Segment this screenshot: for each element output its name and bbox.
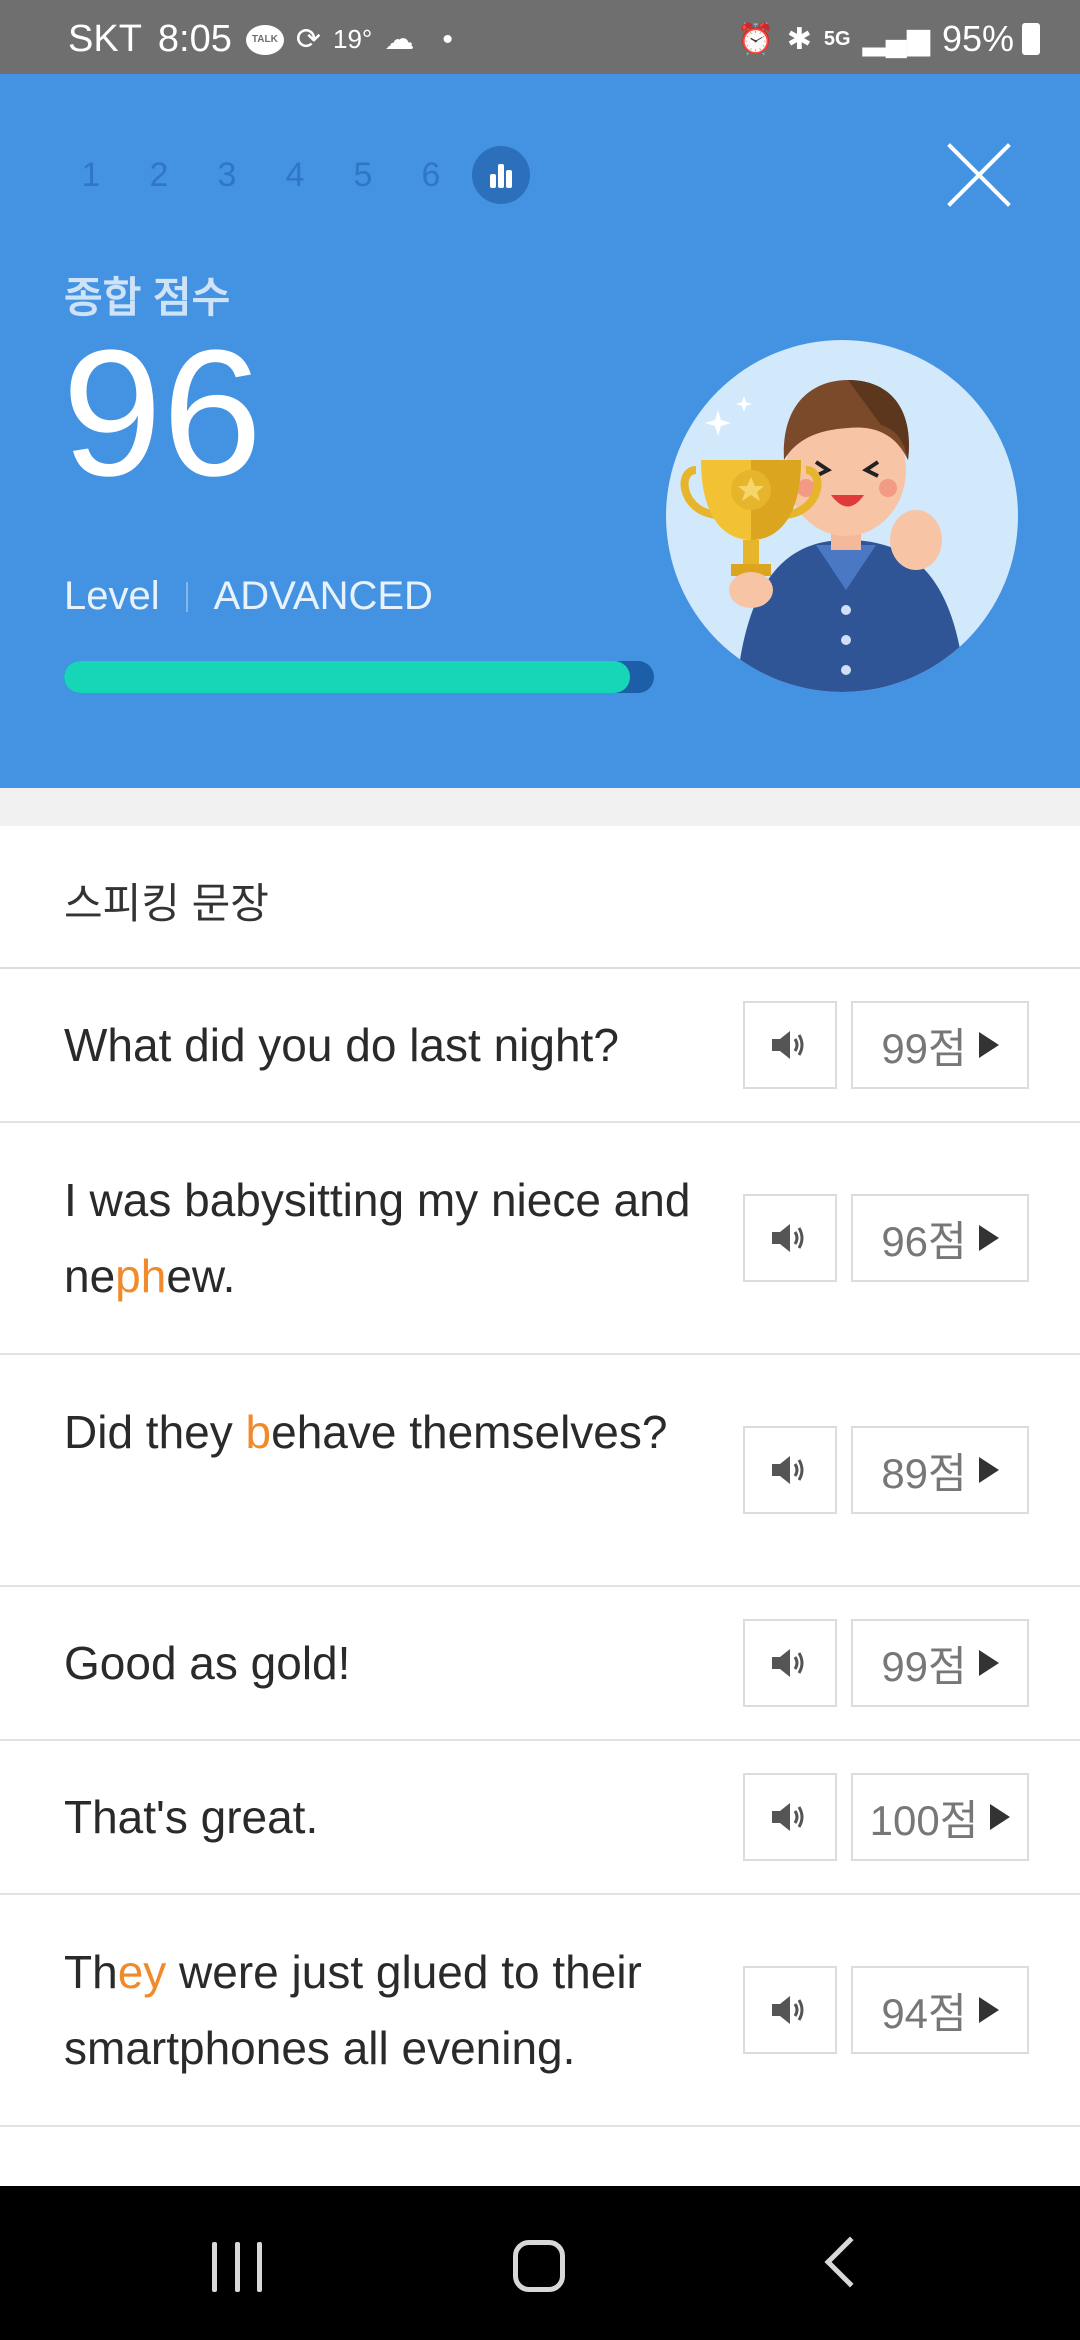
sentence-segment: ehave themselves? xyxy=(271,1406,668,1458)
speaker-icon xyxy=(772,1996,804,2024)
sentence-score-button[interactable]: 94점 xyxy=(851,1966,1029,2054)
kakaotalk-icon: TALK xyxy=(245,24,284,55)
level-label: Level xyxy=(64,574,160,618)
step-4[interactable]: 4 xyxy=(272,156,318,195)
play-triangle-icon xyxy=(990,1804,1011,1830)
sentence-row: Did they behave themselves? 89점 xyxy=(0,1355,1080,1587)
sentence-score-button[interactable]: 99점 xyxy=(851,1619,1029,1707)
speaker-icon xyxy=(772,1031,804,1059)
mispronounced-highlight: ph xyxy=(115,1250,167,1302)
sentence-segment: ew. xyxy=(166,1250,236,1302)
sentence-row: Good as gold! 99점 xyxy=(0,1587,1080,1741)
play-audio-button[interactable] xyxy=(743,1619,837,1707)
sentence-segment: Did they xyxy=(64,1406,246,1458)
result-chart-icon[interactable] xyxy=(472,146,530,204)
sentence-list: What did you do last night? 99점 I was baby… xyxy=(0,969,1080,2127)
sentence-row: That's great. 100점 xyxy=(0,1741,1080,1895)
level-value: ADVANCED xyxy=(213,574,433,618)
play-triangle-icon xyxy=(978,1225,999,1251)
section-title: 스피킹 문장 xyxy=(64,880,269,927)
signal-icon: ▂▄▆ xyxy=(862,22,930,56)
step-5[interactable]: 5 xyxy=(340,156,386,195)
sync-icon: ⟳ xyxy=(295,23,322,56)
recent-apps-button[interactable] xyxy=(212,2242,262,2292)
play-audio-button[interactable] xyxy=(743,1426,837,1514)
speaker-icon xyxy=(772,1649,804,1677)
step-1[interactable]: 1 xyxy=(68,156,114,195)
sentence-score: 89점 xyxy=(881,1449,967,1497)
total-score-value: 96 xyxy=(62,313,263,514)
section-divider-band xyxy=(0,788,1080,826)
step-6[interactable]: 6 xyxy=(408,156,454,195)
play-audio-button[interactable] xyxy=(743,1773,837,1861)
sentence-score-button[interactable]: 89점 xyxy=(851,1426,1029,1514)
network-label: 5G xyxy=(823,27,851,50)
clock: 8:05 xyxy=(157,18,232,60)
sentence-row: What did you do last night? 99점 xyxy=(0,969,1080,1123)
sentence-text: Good as gold! xyxy=(64,1625,724,1701)
speaker-icon xyxy=(772,1456,804,1484)
play-audio-button[interactable] xyxy=(743,1001,837,1089)
trophy-character-illustration xyxy=(666,340,1018,692)
sentence-row: I was babysitting my niece and nephew. 96… xyxy=(0,1123,1080,1355)
sentence-text: I was babysitting my niece and nephew. xyxy=(64,1162,724,1314)
alarm-icon: ⏰ xyxy=(737,22,775,56)
bluetooth-icon: ✱ xyxy=(786,22,812,56)
sentence-text: What did you do last night? xyxy=(64,1007,724,1083)
sentence-text: That's great. xyxy=(64,1779,724,1855)
sentence-score: 99점 xyxy=(881,1024,967,1072)
play-triangle-icon xyxy=(978,1650,999,1676)
sentence-score: 94점 xyxy=(881,1989,967,2037)
sentence-text: Did they behave themselves? xyxy=(64,1394,724,1470)
cloud-icon: ☁ xyxy=(384,23,415,56)
level-row: Level ADVANCED xyxy=(64,574,433,619)
mispronounced-highlight: b xyxy=(245,1406,272,1458)
battery-icon xyxy=(1022,23,1040,55)
play-triangle-icon xyxy=(978,1457,999,1483)
score-progress-bar xyxy=(64,661,654,693)
sentence-score-button[interactable]: 99점 xyxy=(851,1001,1029,1089)
close-button[interactable] xyxy=(944,140,1014,210)
step-2[interactable]: 2 xyxy=(136,156,182,195)
sentence-segment: Good as gold! xyxy=(64,1637,351,1689)
sentence-score-button[interactable]: 96점 xyxy=(851,1194,1029,1282)
sentence-segment: That's great. xyxy=(64,1791,319,1843)
level-divider xyxy=(185,581,188,612)
home-button[interactable] xyxy=(513,2240,565,2292)
sentence-score-button[interactable]: 100점 xyxy=(851,1773,1029,1861)
temperature-label: 19° xyxy=(333,24,373,54)
sentence-score: 100점 xyxy=(869,1796,979,1844)
step-3[interactable]: 3 xyxy=(204,156,250,195)
status-right: ⏰ ✱ 5G ▂▄▆ 95% xyxy=(725,18,1040,60)
play-triangle-icon xyxy=(978,1032,999,1058)
sentence-row: They were just glued to their smartphone… xyxy=(0,1895,1080,2127)
back-button[interactable] xyxy=(824,2236,876,2288)
score-header: 123456 종합 점수 96 Level ADVANCED xyxy=(0,74,1080,788)
mispronounced-highlight: ey xyxy=(117,1946,167,1998)
play-audio-button[interactable] xyxy=(743,1194,837,1282)
dot-icon: • xyxy=(442,22,453,56)
sentence-score: 96점 xyxy=(881,1217,967,1265)
sentence-score: 99점 xyxy=(881,1642,967,1690)
speaker-icon xyxy=(772,1803,804,1831)
carrier-label: SKT xyxy=(68,18,142,60)
status-bar: SKT 8:05 TALK ⟳ 19° ☁ • ⏰ ✱ 5G ▂▄▆ 95% xyxy=(0,0,1080,74)
sentence-segment: What did you do last night? xyxy=(64,1019,619,1071)
speaker-icon xyxy=(772,1224,804,1252)
battery-label: 95% xyxy=(941,18,1014,59)
status-left: SKT 8:05 TALK ⟳ 19° ☁ • xyxy=(68,18,453,61)
play-triangle-icon xyxy=(978,1997,999,2023)
step-indicator: 123456 xyxy=(68,146,530,204)
score-progress-fill xyxy=(64,661,631,693)
sentence-segment: Th xyxy=(64,1946,118,1998)
play-audio-button[interactable] xyxy=(743,1966,837,2054)
sentence-text: They were just glued to their smartphone… xyxy=(64,1934,724,2086)
system-navigation-bar xyxy=(0,2186,1080,2340)
